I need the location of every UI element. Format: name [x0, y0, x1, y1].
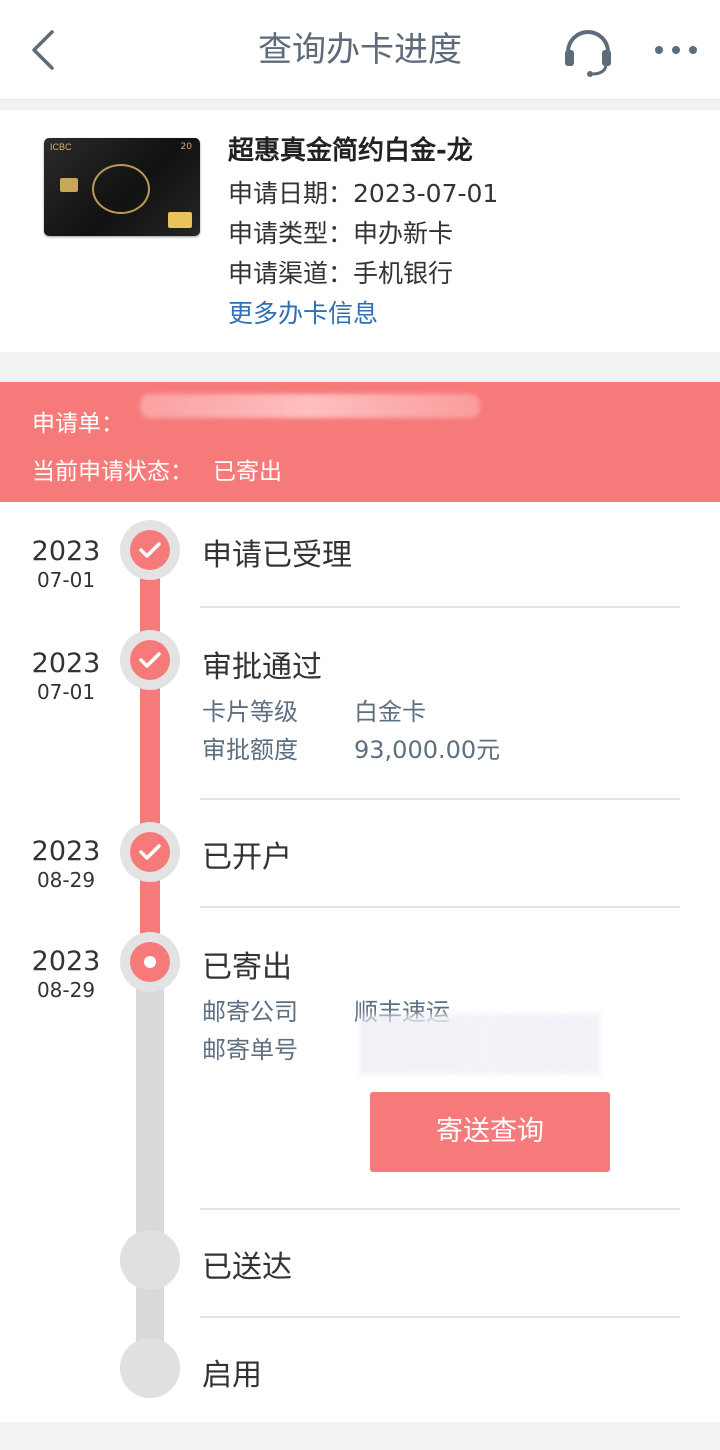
step-year: 2023	[31, 648, 101, 679]
top-bar: 查询办卡进度	[0, 0, 720, 100]
step-date: 2023 07-01	[0, 536, 132, 592]
card-name: 超惠真金简约白金-龙	[228, 136, 473, 166]
divider	[200, 606, 680, 608]
tracking-number-row: 邮寄单号	[202, 1030, 298, 1065]
redacted-application-number	[140, 394, 480, 418]
step-node-pending	[120, 1230, 180, 1290]
apply-type-row: 申请类型：申办新卡	[228, 214, 453, 250]
divider	[200, 906, 680, 908]
more-card-info-link[interactable]: 更多办卡信息	[228, 294, 378, 330]
card-level-value: 白金卡	[354, 698, 426, 726]
step-date: 2023 08-29	[0, 946, 132, 1002]
card-image: ICBC 20	[44, 138, 200, 236]
credit-limit-row: 审批额度 93,000.00元	[202, 730, 500, 765]
check-icon	[139, 542, 161, 558]
step-date: 2023 07-01	[0, 648, 132, 704]
step-title: 已开户	[202, 840, 292, 875]
step-month-day: 07-01	[36, 568, 96, 592]
check-icon	[139, 844, 161, 860]
current-status-label: 当前申请状态：	[32, 459, 193, 485]
card-badge-text: 20	[180, 142, 192, 152]
card-level-label: 卡片等级	[202, 698, 298, 726]
courier-company-row: 邮寄公司 顺丰速运	[202, 992, 450, 1027]
status-banner: 申请单： 当前申请状态： 已寄出	[0, 382, 720, 502]
apply-type-value: 申办新卡	[353, 219, 454, 248]
step-month-day: 08-29	[36, 868, 96, 892]
step-title: 申请已受理	[202, 538, 352, 573]
application-number-label: 申请单：	[32, 411, 124, 437]
apply-channel-value: 手机银行	[353, 259, 454, 288]
apply-type-label: 申请类型：	[228, 219, 354, 248]
apply-channel-row: 申请渠道：手机银行	[228, 254, 453, 290]
apply-date-row: 申请日期：2023-07-01	[228, 174, 498, 210]
application-number-row: 申请单：	[32, 404, 124, 438]
credit-limit-label: 审批额度	[202, 736, 298, 764]
dragon-emblem-icon	[92, 164, 150, 214]
timeline-track-pending	[136, 952, 164, 1372]
step-month-day: 08-29	[36, 978, 96, 1002]
card-chip	[60, 178, 78, 192]
current-status-value: 已寄出	[213, 459, 282, 485]
step-title: 已寄出	[202, 950, 292, 985]
step-date: 2023 08-29	[0, 836, 132, 892]
step-month-day: 07-01	[36, 680, 96, 704]
timeline-track-done	[140, 542, 160, 962]
card-level-row: 卡片等级 白金卡	[202, 692, 426, 727]
step-node-current	[120, 932, 180, 992]
divider	[200, 1208, 680, 1210]
apply-date-value: 2023-07-01	[353, 179, 499, 208]
shipping-query-button[interactable]: 寄送查询	[370, 1092, 610, 1172]
step-title: 启用	[202, 1358, 262, 1393]
current-status-row: 当前申请状态： 已寄出	[32, 452, 282, 486]
more-options-button[interactable]	[650, 30, 702, 70]
step-title: 审批通过	[202, 650, 322, 685]
apply-date-label: 申请日期：	[228, 179, 354, 208]
step-year: 2023	[31, 536, 101, 567]
step-node-pending	[120, 1338, 180, 1398]
step-node-done	[120, 630, 180, 690]
courier-company-label: 邮寄公司	[202, 998, 298, 1026]
divider	[200, 798, 680, 800]
check-icon	[139, 652, 161, 668]
step-title: 已送达	[202, 1250, 292, 1285]
unionpay-logo	[168, 212, 192, 228]
step-year: 2023	[31, 946, 101, 977]
redacted-tracking-number	[360, 1014, 600, 1074]
credit-limit-value: 93,000.00元	[354, 736, 501, 764]
apply-channel-label: 申请渠道：	[228, 259, 354, 288]
step-node-done	[120, 520, 180, 580]
tracking-number-label: 邮寄单号	[202, 1036, 298, 1064]
current-dot-icon	[144, 956, 156, 968]
step-year: 2023	[31, 836, 101, 867]
card-info-panel: ICBC 20 超惠真金简约白金-龙 申请日期：2023-07-01 申请类型：…	[0, 110, 720, 352]
card-brand-text: ICBC	[50, 142, 72, 152]
customer-service-button[interactable]	[560, 22, 616, 78]
progress-timeline: 2023 07-01 申请已受理 2023 07-01 审批通过 卡片等级 白金…	[0, 502, 720, 1422]
step-node-done	[120, 822, 180, 882]
headset-icon	[565, 30, 611, 77]
divider	[200, 1316, 680, 1318]
more-dots-icon	[655, 46, 697, 54]
